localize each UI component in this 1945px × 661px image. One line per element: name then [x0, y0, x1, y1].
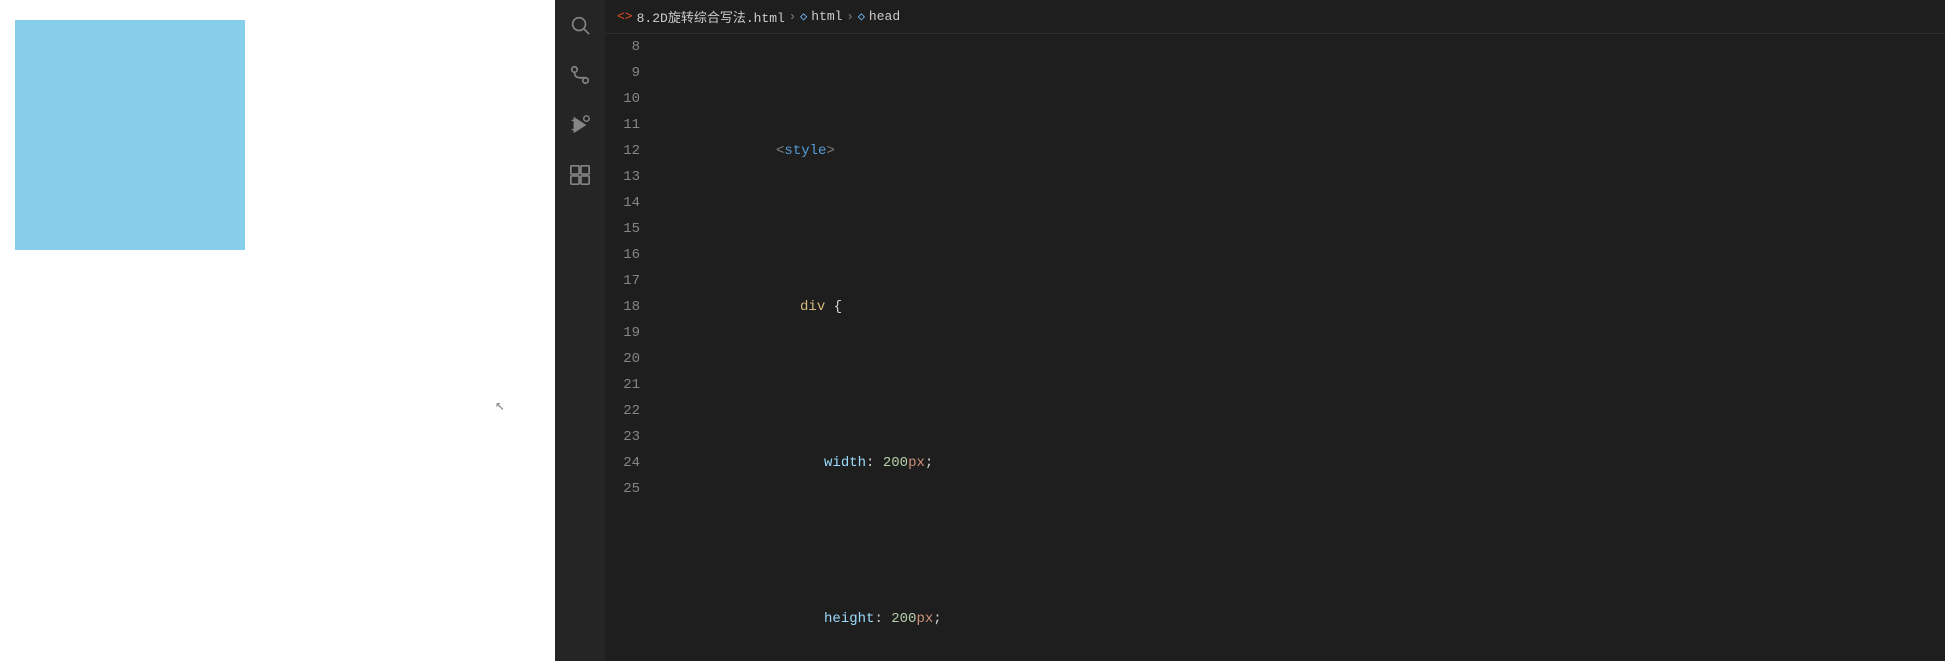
preview-skyblue-box: [15, 20, 245, 250]
breadcrumb-head-label: head: [869, 9, 900, 24]
breadcrumb-html-segment: ◇ html: [800, 9, 842, 24]
html-file-icon: <>: [617, 9, 633, 24]
line-num-20: 20: [605, 346, 640, 372]
code-lines[interactable]: <style> div { width: 200px; height: 200p…: [660, 34, 1945, 661]
editor-area: <> 8.2D旋转综合写法.html › ◇ html › ◇ head 8 9…: [605, 0, 1945, 661]
preview-panel: ↖: [0, 0, 555, 661]
line-num-23: 23: [605, 424, 640, 450]
code-line-8: <style>: [660, 112, 1945, 190]
line-num-17: 17: [605, 268, 640, 294]
breadcrumb-sep1: ›: [789, 10, 796, 24]
code-line-9: div {: [660, 268, 1945, 346]
breadcrumb-tag-icon1: ◇: [800, 9, 807, 24]
code-editor[interactable]: 8 9 10 11 12 13 14 15 16 17 18 19 20 21 …: [605, 34, 1945, 661]
line-num-9: 9: [605, 60, 640, 86]
line-num-12: 12: [605, 138, 640, 164]
breadcrumb-html-label: html: [811, 9, 842, 24]
line-num-22: 22: [605, 398, 640, 424]
line-num-11: 11: [605, 112, 640, 138]
cursor-indicator: ↖: [495, 395, 505, 415]
line-num-19: 19: [605, 320, 640, 346]
code-line-10: width: 200px;: [660, 424, 1945, 502]
breadcrumb: <> 8.2D旋转综合写法.html › ◇ html › ◇ head: [605, 0, 1945, 34]
breadcrumb-sep2: ›: [846, 10, 853, 24]
line-num-24: 24: [605, 450, 640, 476]
line-num-21: 21: [605, 372, 640, 398]
activity-bar: [555, 0, 605, 661]
line-num-14: 14: [605, 190, 640, 216]
code-line-11: height: 200px;: [660, 580, 1945, 658]
breadcrumb-filename: 8.2D旋转综合写法.html: [637, 7, 785, 26]
line-num-13: 13: [605, 164, 640, 190]
breadcrumb-html-file: <> 8.2D旋转综合写法.html: [617, 7, 785, 26]
run-debug-icon[interactable]: [555, 100, 605, 150]
breadcrumb-head-segment: ◇ head: [858, 9, 900, 24]
search-icon[interactable]: [555, 0, 605, 50]
line-num-16: 16: [605, 242, 640, 268]
breadcrumb-tag-icon2: ◇: [858, 9, 865, 24]
line-num-25: 25: [605, 476, 640, 502]
line-num-10: 10: [605, 86, 640, 112]
line-num-18: 18: [605, 294, 640, 320]
line-numbers: 8 9 10 11 12 13 14 15 16 17 18 19 20 21 …: [605, 34, 660, 661]
extensions-icon[interactable]: [555, 150, 605, 200]
line-num-15: 15: [605, 216, 640, 242]
line-num-8: 8: [605, 34, 640, 60]
source-control-icon[interactable]: [555, 50, 605, 100]
